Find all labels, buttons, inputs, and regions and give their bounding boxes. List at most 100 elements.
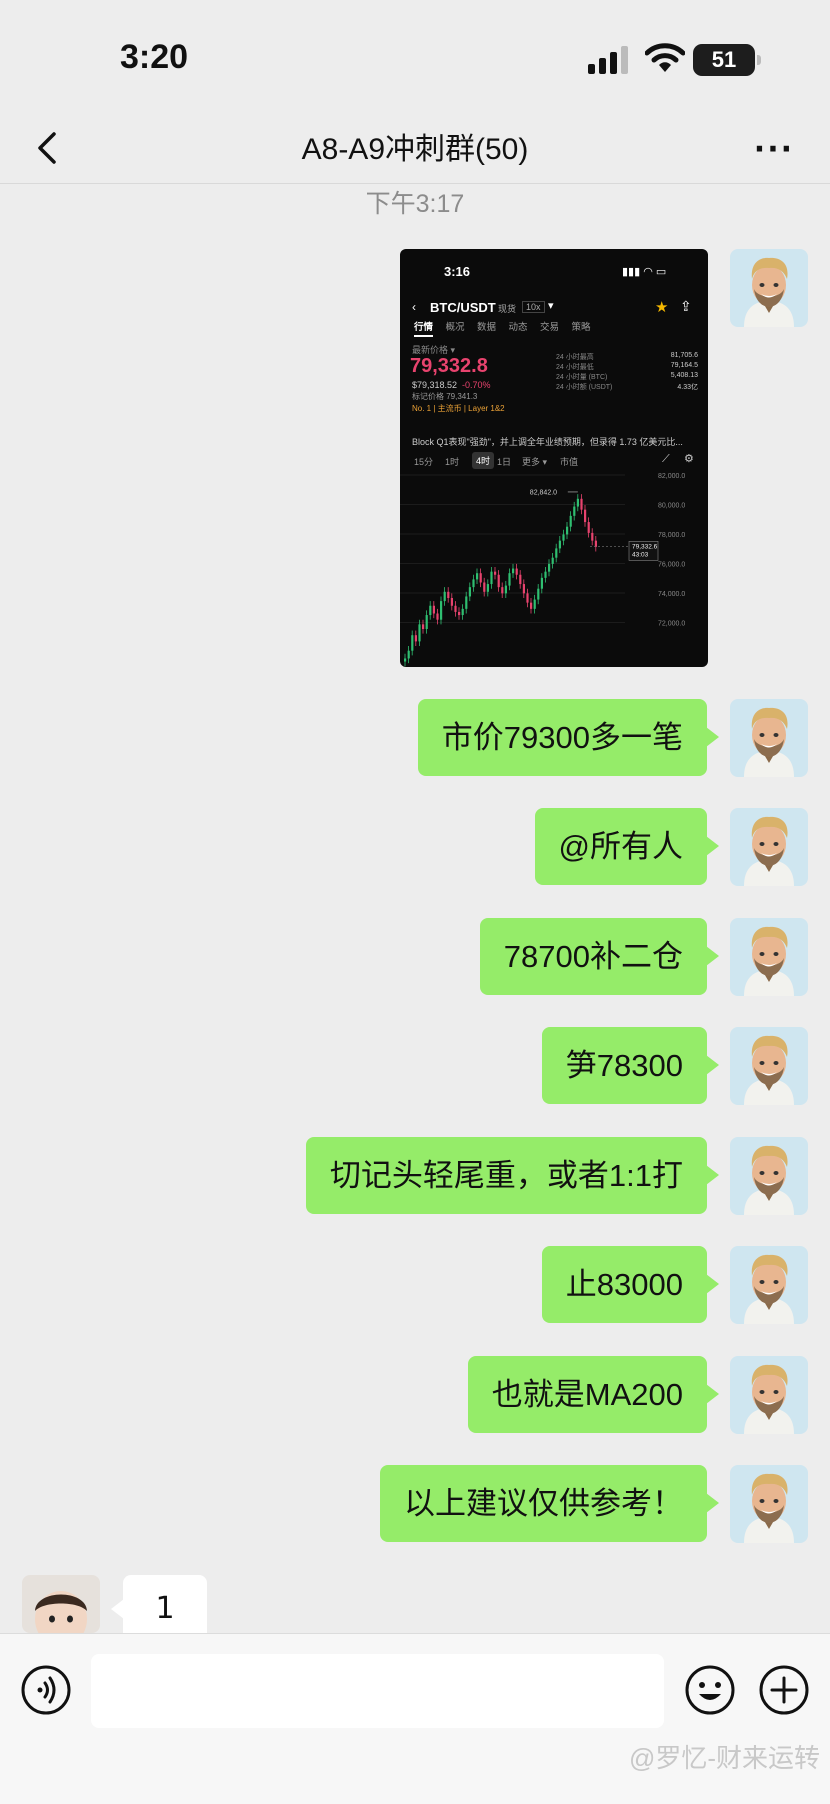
candle-body [483, 582, 486, 592]
outgoing-message[interactable]: 切记头轻尾重，或者1:1打 [305, 1137, 720, 1214]
shared-screenshot[interactable]: 3:16 ▮▮▮ ◠ ▭ ‹ BTC/USDT 现货 10x ▾ ★ ⇪ 行情概… [400, 249, 708, 667]
shot-tab: 动态 [508, 322, 528, 333]
member-avatar[interactable] [22, 1575, 100, 1633]
candle-body [522, 584, 525, 594]
shot-candle-chart: 82,000.0 80,000.0 78,000.0 76,000.0 74,000.0… [400, 473, 685, 667]
candle-body [580, 498, 583, 510]
outgoing-message[interactable]: 78700补二仓 [479, 918, 720, 995]
candle-body [576, 498, 579, 507]
my-avatar[interactable] [730, 699, 808, 777]
watermark: @罗忆-财来运转 [628, 1743, 820, 1773]
y-tick-label: 74,000.0 [658, 591, 685, 598]
shot-rank: No. 1 | 主流币 | Layer 1&2 [412, 404, 505, 413]
candle-body [486, 584, 489, 592]
candle-body [407, 650, 410, 659]
candle-body [440, 601, 443, 620]
candle-body [594, 540, 597, 547]
candle-body [497, 574, 500, 588]
voice-icon[interactable] [20, 1664, 72, 1716]
candle-body [515, 568, 518, 575]
candle-body [443, 591, 446, 602]
battery-icon: 51 [693, 44, 761, 76]
shot-tag-lev: 10x [522, 301, 545, 313]
my-avatar[interactable] [730, 249, 808, 327]
my-avatar[interactable] [730, 1356, 808, 1434]
outgoing-message[interactable]: 笋78300 [541, 1027, 720, 1104]
shot-stat-value: 5,408.13 [670, 372, 698, 379]
shot-stat-label: 24 小时最低 [556, 364, 594, 371]
candle-body [537, 588, 540, 600]
shot-tab: 概况 [445, 322, 465, 333]
last-price-label: 79,332.6 [632, 543, 658, 550]
outgoing-message[interactable]: 市价79300多一笔 [417, 699, 720, 776]
wifi-icon [645, 43, 685, 72]
shot-tab: 行情 [414, 319, 434, 337]
shot-usd-value: $79,318.52 [412, 380, 458, 390]
my-avatar[interactable] [730, 808, 808, 886]
candle-body [450, 598, 453, 606]
y-tick-label: 82,000.0 [658, 473, 685, 480]
outgoing-message[interactable]: @所有人 [534, 808, 720, 885]
shot-stat-label: 24 小时量 (BTC) [556, 374, 608, 381]
input-bar: @罗忆-财来运转 [0, 1633, 830, 1804]
candle-body [551, 557, 554, 564]
plus-icon[interactable] [758, 1664, 810, 1716]
chat-title: A8-A9冲刺群(50) [301, 133, 529, 166]
candle-body [461, 608, 464, 616]
y-tick-label: 78,000.0 [658, 532, 685, 539]
candle-body [411, 635, 414, 651]
candle-body [519, 574, 522, 585]
y-tick-label: 72,000.0 [658, 621, 685, 628]
candle-body [468, 587, 471, 597]
candle-body [414, 635, 417, 642]
candle-body [526, 593, 529, 603]
candle-body [425, 615, 428, 629]
candle-body [512, 568, 515, 574]
shot-stat-value: 4.33亿 [677, 384, 698, 391]
more-options-button[interactable]: ··· [754, 132, 794, 167]
clock: 3:20 [120, 38, 189, 76]
candle-body [447, 591, 450, 598]
candle-body [479, 573, 482, 583]
my-avatar[interactable] [730, 1137, 808, 1215]
shot-tab: 数据 [477, 322, 497, 333]
shot-stat-label: 24 小时最高 [556, 354, 594, 361]
candle-body [569, 515, 572, 527]
candle-body [587, 522, 590, 533]
shot-star-icon: ★ [655, 299, 669, 316]
candle-body [501, 587, 504, 594]
shot-settings-icon: ⚙ [684, 453, 694, 465]
candle-body [418, 624, 421, 642]
outgoing-message[interactable]: 止83000 [541, 1246, 720, 1323]
candle-body [562, 534, 565, 541]
message-timestamp: 下午3:17 [365, 190, 465, 218]
my-avatar[interactable] [730, 1027, 808, 1105]
candle-body [458, 611, 461, 616]
shot-dropdown-icon: ▾ [548, 300, 554, 312]
candle-body [465, 596, 468, 609]
shot-back-icon: ‹ [412, 300, 416, 314]
candle-body [573, 506, 576, 516]
my-avatar[interactable] [730, 1465, 808, 1543]
shot-tab: 交易 [540, 322, 560, 333]
candle-body [558, 540, 561, 549]
shot-time: 3:16 [444, 264, 471, 279]
last-price-label: 43:03 [632, 551, 649, 558]
emoji-icon[interactable] [684, 1664, 736, 1716]
candle-body [566, 526, 569, 535]
my-avatar[interactable] [730, 918, 808, 996]
high-marker-label: 82,842.0 [530, 489, 557, 496]
shot-stat-label: 24 小时额 (USDT) [556, 384, 613, 391]
y-tick-label: 80,000.0 [658, 503, 685, 510]
candle-body [454, 605, 457, 612]
outgoing-message[interactable]: 也就是MA200 [467, 1356, 720, 1433]
candle-body [476, 573, 479, 580]
shot-stat-value: 81,705.6 [670, 352, 698, 359]
my-avatar[interactable] [730, 1246, 808, 1324]
candle-body [544, 571, 547, 578]
y-tick-label: 76,000.0 [658, 562, 685, 569]
outgoing-message[interactable]: 以上建议仅供参考！ [380, 1465, 719, 1542]
shot-price: 79,332.8 [410, 355, 488, 377]
candle-body [548, 563, 551, 572]
message-input[interactable] [91, 1654, 664, 1728]
